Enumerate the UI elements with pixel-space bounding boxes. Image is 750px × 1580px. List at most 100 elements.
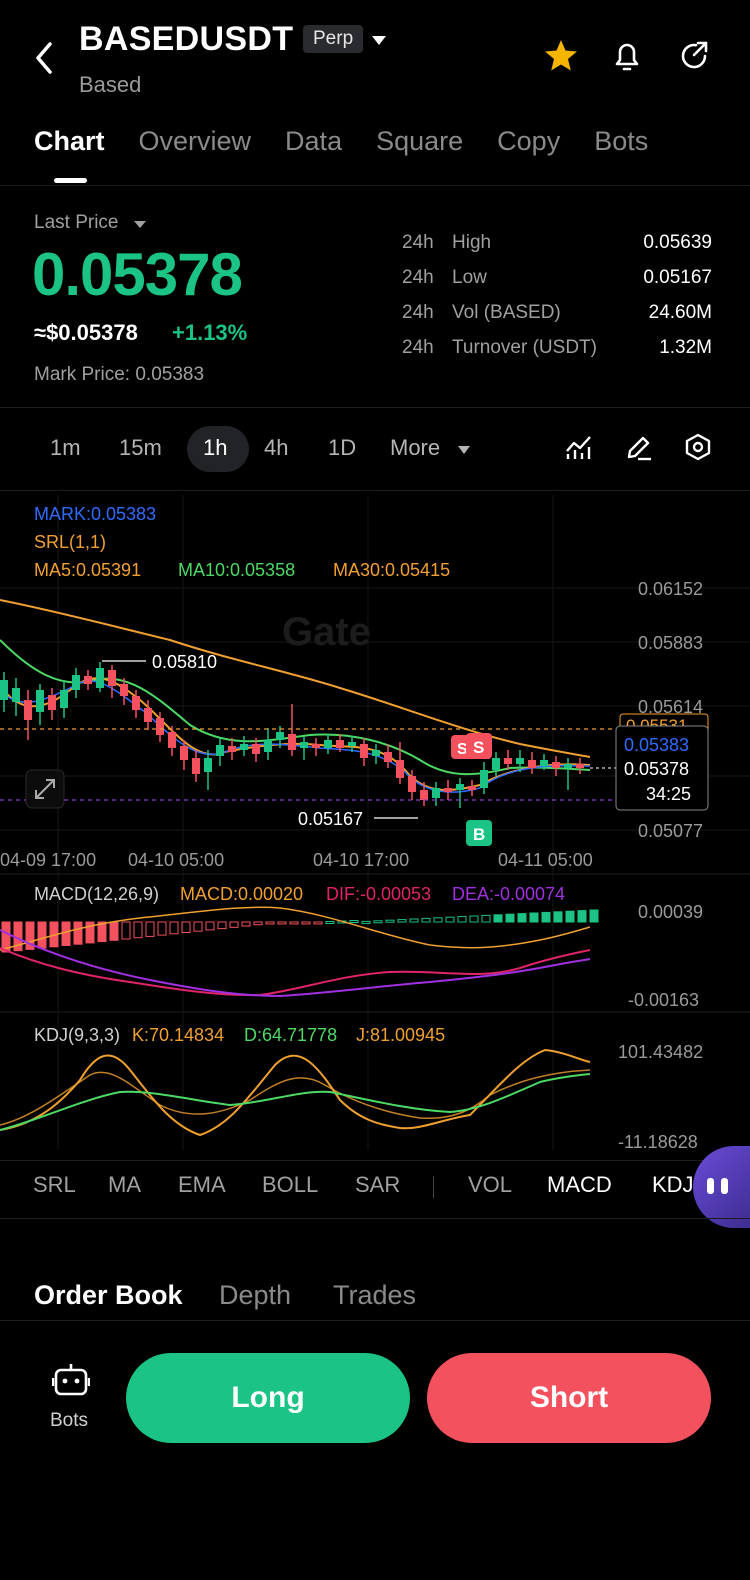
chevron-down-icon[interactable] <box>458 446 470 454</box>
chevron-down-icon[interactable] <box>134 221 146 228</box>
interval-1h[interactable]: 1h <box>203 435 227 461</box>
candle-body <box>288 734 296 750</box>
indicator-ma[interactable]: MA <box>108 1172 141 1198</box>
divider <box>0 1160 750 1161</box>
price-change: +1.13% <box>172 320 248 345</box>
tab-overview[interactable]: Overview <box>139 126 252 157</box>
macd-histogram-bar <box>541 911 551 923</box>
candle-body <box>456 784 464 790</box>
macd-histogram-bar <box>397 919 407 923</box>
kdj-label: KDJ(9,3,3) <box>34 1025 121 1045</box>
svg-text:S: S <box>473 738 484 757</box>
candle-body <box>336 740 344 748</box>
long-button[interactable]: Long <box>126 1353 410 1443</box>
indicator-boll[interactable]: BOLL <box>262 1172 318 1198</box>
favorite-star-icon[interactable] <box>543 38 579 74</box>
candle-body <box>396 760 404 778</box>
short-button[interactable]: Short <box>427 1353 711 1443</box>
tab-chart[interactable]: Chart <box>34 126 105 157</box>
symbol-dropdown-icon[interactable] <box>372 36 386 45</box>
candle-body <box>540 760 548 766</box>
macd-histogram-bar <box>421 917 431 923</box>
candle-body <box>204 758 212 772</box>
bell-icon[interactable] <box>609 38 645 74</box>
legend-mark: MARK:0.05383 <box>34 504 157 524</box>
settings-gear-icon[interactable] <box>683 432 713 462</box>
tab-trades[interactable]: Trades <box>333 1280 416 1311</box>
fullscreen-icon[interactable] <box>25 769 65 809</box>
symbol-title[interactable]: BASEDUSDT <box>79 20 293 59</box>
legend-ma30: MA30:0.05415 <box>333 560 451 580</box>
indicator-kdj[interactable]: KDJ <box>652 1172 694 1198</box>
macd-histogram-bar <box>349 920 359 923</box>
indicator-ema[interactable]: EMA <box>178 1172 226 1198</box>
candle-body <box>444 788 452 792</box>
indicator-macd[interactable]: MACD <box>547 1172 612 1198</box>
divider <box>0 1320 750 1321</box>
macd-histogram-bar <box>229 921 239 928</box>
kdj-j-value: J:81.00945 <box>356 1025 446 1045</box>
macd-histogram-bar <box>169 921 179 935</box>
last-price-label[interactable]: Last Price <box>34 212 118 234</box>
candle-body <box>72 675 80 690</box>
tab-depth[interactable]: Depth <box>219 1280 291 1311</box>
time-axis-label: 04-09 17:00 <box>0 850 96 870</box>
interval-4h[interactable]: 4h <box>264 435 288 461</box>
interval-1m[interactable]: 1m <box>50 435 81 461</box>
price-axis-label: 0.05077 <box>638 821 703 841</box>
macd-histogram-bar <box>241 921 251 927</box>
tab-copy[interactable]: Copy <box>497 126 560 157</box>
tab-square[interactable]: Square <box>376 126 463 157</box>
divider <box>0 1218 750 1219</box>
svg-text:B: B <box>473 825 485 844</box>
tab-bots[interactable]: Bots <box>594 126 648 157</box>
kdj-axis-top: 101.43482 <box>618 1042 704 1062</box>
macd-histogram-bar <box>133 921 143 939</box>
macd-histogram-bar <box>565 910 575 923</box>
stat-low: 24h Low 0.05167 <box>402 267 712 288</box>
kdj-d-value: D:64.71778 <box>244 1025 338 1045</box>
interval-1d[interactable]: 1D <box>328 435 356 461</box>
macd-histogram-bar <box>529 912 539 923</box>
macd-histogram-bar <box>265 921 275 925</box>
indicator-chart-icon[interactable] <box>564 432 594 462</box>
time-axis-label: 04-11 05:00 <box>498 850 593 870</box>
macd-histogram-bar <box>505 913 515 923</box>
candle-body <box>468 786 476 790</box>
candle-body <box>564 764 572 768</box>
indicator-vol[interactable]: VOL <box>468 1172 512 1198</box>
candle-body <box>24 700 32 720</box>
macd-value: MACD:0.00020 <box>180 884 304 904</box>
contract-type-badge[interactable]: Perp <box>303 25 364 53</box>
candle-body <box>60 690 68 708</box>
back-arrow-icon[interactable] <box>30 38 60 78</box>
macd-histogram-bar <box>409 918 419 923</box>
indicator-sar[interactable]: SAR <box>355 1172 400 1198</box>
macd-histogram-bar <box>325 921 335 924</box>
tab-data[interactable]: Data <box>285 126 342 157</box>
bots-icon[interactable] <box>52 1362 90 1398</box>
macd-histogram-bar <box>385 919 395 923</box>
candle-body <box>252 744 260 754</box>
macd-histogram-bar <box>445 916 455 923</box>
candle-body <box>576 764 584 768</box>
candle-body <box>432 788 440 798</box>
indicator-srl[interactable]: SRL <box>33 1172 76 1198</box>
macd-histogram-bar <box>37 921 47 949</box>
macd-histogram-bar <box>145 921 155 937</box>
candle-body <box>552 762 560 768</box>
candle-body <box>528 760 536 768</box>
draw-pencil-icon[interactable] <box>624 432 654 462</box>
candle-body <box>240 744 248 750</box>
candle-body <box>0 680 8 700</box>
bots-label[interactable]: Bots <box>50 1410 88 1432</box>
candle-body <box>372 750 380 756</box>
mark-price-tag: 0.05383 <box>624 735 689 755</box>
share-icon[interactable] <box>676 38 712 74</box>
tab-order-book[interactable]: Order Book <box>34 1280 183 1311</box>
stat-high: 24h High 0.05639 <box>402 232 712 253</box>
macd-histogram-bar <box>301 921 311 925</box>
macd-histogram-bar <box>253 921 263 926</box>
interval-more[interactable]: More <box>390 435 440 461</box>
interval-15m[interactable]: 15m <box>119 435 162 461</box>
